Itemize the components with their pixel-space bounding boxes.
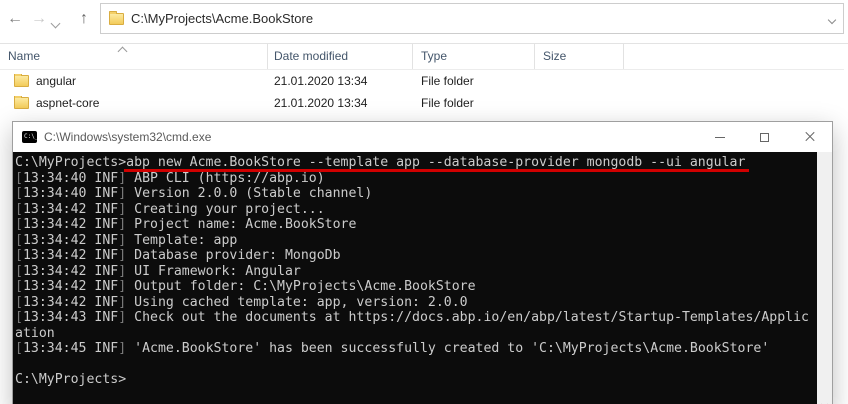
- column-header-row: Name Date modified Type Size: [0, 44, 844, 70]
- console-line: ation: [15, 326, 817, 342]
- console-line: C:\MyProjects>: [15, 372, 817, 388]
- console-output[interactable]: C:\MyProjects>abp new Acme.BookStore --t…: [13, 152, 817, 404]
- forward-arrow-icon: →: [31, 11, 47, 27]
- console-line: [13:34:40 INF] Version 2.0.0 (Stable cha…: [15, 186, 817, 202]
- up-arrow-icon: ↑: [80, 11, 88, 27]
- sort-ascending-icon: [118, 47, 128, 57]
- file-row[interactable]: aspnet-core 21.01.2020 13:34 File folder: [0, 92, 844, 114]
- chevron-down-icon: [828, 15, 836, 23]
- console-line: C:\MyProjects>abp new Acme.BookStore --t…: [15, 155, 817, 171]
- console-line: [13:34:45 INF] 'Acme.BookStore' has been…: [15, 341, 817, 357]
- console-line: [13:34:43 INF] Check out the documents a…: [15, 310, 817, 326]
- console-line: [13:34:42 INF] Database provider: MongoD…: [15, 248, 817, 264]
- column-header-type[interactable]: Type: [413, 44, 535, 69]
- recent-locations-dropdown[interactable]: [52, 14, 66, 28]
- minimize-button[interactable]: [697, 122, 742, 152]
- column-header-label: Name: [8, 49, 40, 63]
- close-button[interactable]: [787, 122, 832, 152]
- minimize-icon: [715, 137, 725, 138]
- back-arrow-icon: ←: [7, 11, 23, 27]
- console-line: [13:34:42 INF] UI Framework: Angular: [15, 264, 817, 280]
- file-date-modified: 21.01.2020 13:34: [268, 96, 413, 110]
- up-button[interactable]: ↑: [74, 8, 94, 30]
- file-name: aspnet-core: [36, 96, 99, 110]
- console-line: [13:34:40 INF] ABP CLI (https://abp.io): [15, 171, 817, 187]
- file-date-modified: 21.01.2020 13:34: [268, 74, 413, 88]
- caption-buttons: [697, 122, 832, 152]
- column-header-name[interactable]: Name: [0, 44, 268, 69]
- console-line: [15, 357, 817, 373]
- folder-icon: [14, 75, 29, 87]
- column-header-date-modified[interactable]: Date modified: [268, 44, 413, 69]
- cmd-window: C:\_ C:\Windows\system32\cmd.exe C:\MyPr…: [12, 121, 833, 404]
- file-type: File folder: [413, 74, 535, 88]
- column-header-size[interactable]: Size: [535, 44, 624, 69]
- address-path: C:\MyProjects\Acme.BookStore: [131, 11, 313, 26]
- explorer-toolbar: ← → ↑ C:\MyProjects\Acme.BookStore: [0, 0, 848, 43]
- cmd-icon[interactable]: C:\_: [22, 131, 37, 143]
- forward-button[interactable]: →: [29, 8, 49, 30]
- folder-icon: [109, 13, 124, 25]
- close-icon: [804, 131, 816, 143]
- cmd-title-bar[interactable]: C:\_ C:\Windows\system32\cmd.exe: [13, 122, 832, 152]
- back-button[interactable]: ←: [5, 8, 25, 30]
- cmd-window-title: C:\Windows\system32\cmd.exe: [44, 130, 211, 144]
- file-name: angular: [36, 74, 76, 88]
- maximize-icon: [760, 133, 769, 142]
- address-dropdown-button[interactable]: [829, 10, 835, 28]
- console-line: [13:34:42 INF] Creating your project...: [15, 202, 817, 218]
- console-line: [13:34:42 INF] Using cached template: ap…: [15, 295, 817, 311]
- console-line: [13:34:42 INF] Output folder: C:\MyProje…: [15, 279, 817, 295]
- chevron-down-icon: [51, 19, 61, 29]
- maximize-button[interactable]: [742, 122, 787, 152]
- console-line: [13:34:42 INF] Project name: Acme.BookSt…: [15, 217, 817, 233]
- file-list: angular 21.01.2020 13:34 File folder asp…: [0, 70, 844, 114]
- console: C:\MyProjects>abp new Acme.BookStore --t…: [13, 152, 832, 404]
- file-type: File folder: [413, 96, 535, 110]
- console-line: [13:34:42 INF] Template: app: [15, 233, 817, 249]
- address-bar[interactable]: C:\MyProjects\Acme.BookStore: [100, 3, 844, 34]
- console-scrollbar[interactable]: [817, 152, 832, 404]
- file-row[interactable]: angular 21.01.2020 13:34 File folder: [0, 70, 844, 92]
- folder-icon: [14, 97, 29, 109]
